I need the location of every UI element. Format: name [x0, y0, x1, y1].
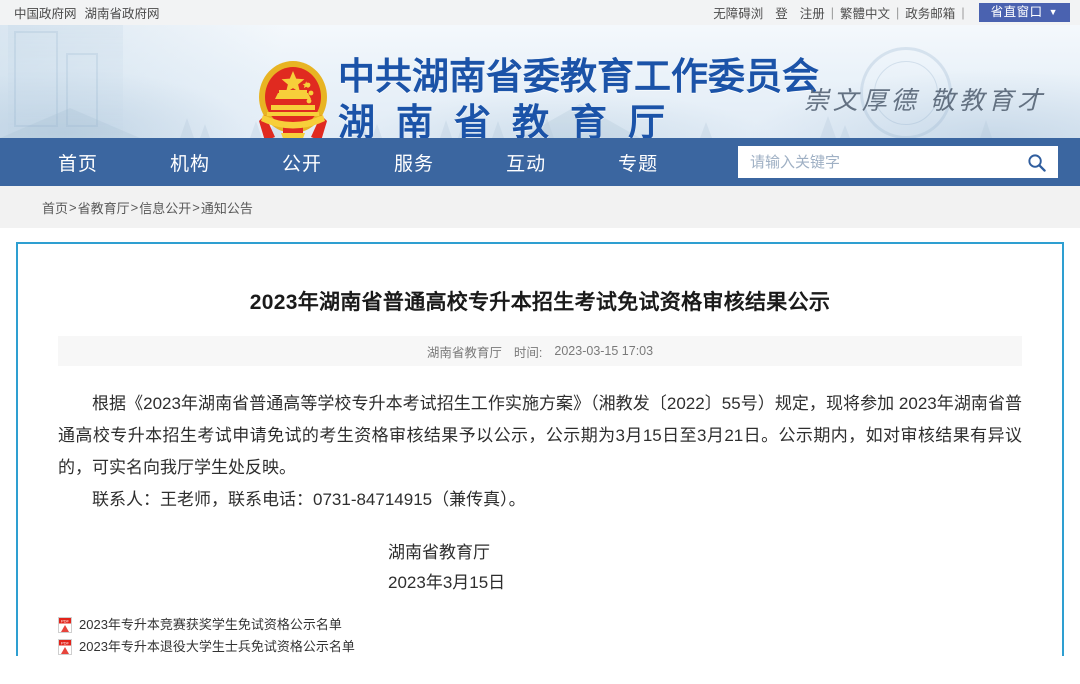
separator-3: | [961, 5, 965, 20]
site-title-block: 中共湖南省委教育工作委员会 湖南省教育厅 [338, 55, 819, 138]
nav-item-interaction[interactable]: 互动 [470, 149, 582, 176]
article-time: 2023-03-15 17:03 [554, 344, 654, 358]
site-title-line-1: 中共湖南省委教育工作委员会 [338, 56, 819, 97]
article-signature: 湖南省教育厅 2023年3月15日 [58, 538, 1022, 598]
article-meta: 湖南省教育厅 时间: 2023-03-15 17:03 [58, 336, 1022, 366]
breadcrumb-separator-1: > [69, 199, 77, 215]
link-register[interactable]: 注册 [794, 3, 831, 22]
link-traditional-chinese[interactable]: 繁體中文 [834, 3, 896, 22]
attachment-link-2[interactable]: PDF 2023年专升本退役大学生士兵免试资格公示名单 [58, 636, 1022, 656]
attachment-label-2: 2023年专升本退役大学生士兵免试资格公示名单 [79, 639, 355, 654]
breadcrumb-item-announcements[interactable]: 通知公告 [201, 198, 253, 217]
chevron-down-icon: ▼ [1048, 6, 1058, 17]
top-utility-bar: 中国政府网 湖南省政府网 无障碍浏 登 注册 | 繁體中文 | 政务邮箱 | 省… [0, 0, 1080, 25]
nav-item-public[interactable]: 公开 [246, 149, 358, 176]
pdf-file-icon: PDF [58, 639, 72, 655]
topbar-left-links: 中国政府网 湖南省政府网 [0, 3, 160, 22]
link-hunan-gov[interactable]: 湖南省政府网 [85, 3, 160, 22]
site-title-line-2: 湖南省教育厅 [338, 102, 686, 138]
search-button[interactable] [1014, 146, 1058, 178]
search-box [738, 146, 1058, 178]
article-body: 根据《2023年湖南省普通高等学校专升本考试招生工作实施方案》（湘教发〔2022… [58, 388, 1022, 516]
province-window-label: 省直窗口 [990, 4, 1043, 19]
article-time-label: 时间: [513, 345, 543, 360]
site-slogan: 崇文厚德 敬教育才 [803, 88, 1046, 115]
article-source: 湖南省教育厅 [426, 345, 502, 360]
province-window-button[interactable]: 省直窗口 ▼ [978, 2, 1070, 23]
breadcrumb-item-department[interactable]: 省教育厅 [78, 198, 130, 217]
attachment-label-1: 2023年专升本竞赛获奖学生免试资格公示名单 [79, 617, 342, 632]
nav-item-org[interactable]: 机构 [134, 149, 246, 176]
link-accessibility[interactable]: 无障碍浏 [707, 3, 769, 22]
pdf-file-icon: PDF [58, 617, 72, 633]
breadcrumb-separator-2: > [130, 199, 139, 215]
signature-date: 2023年3月15日 [388, 573, 506, 592]
signature-organization: 湖南省教育厅 [388, 543, 490, 562]
article-paragraph-2: 联系人：王老师，联系电话：0731-84714915（兼传真）。 [92, 490, 526, 509]
breadcrumb-item-home[interactable]: 首页 [42, 198, 68, 217]
link-login[interactable]: 登 [769, 3, 794, 22]
search-icon [1027, 153, 1046, 172]
national-emblem-icon [259, 61, 327, 138]
nav-item-home[interactable]: 首页 [22, 149, 134, 176]
breadcrumb-item-info-disclosure[interactable]: 信息公开 [139, 198, 191, 217]
svg-text:PDF: PDF [61, 618, 70, 623]
svg-text:PDF: PDF [61, 640, 70, 645]
nav-item-topics[interactable]: 专题 [582, 149, 694, 176]
topbar-right-links: 无障碍浏 登 注册 | 繁體中文 | 政务邮箱 | 省直窗口 ▼ [707, 2, 1080, 23]
article-attachments: PDF 2023年专升本竞赛获奖学生免试资格公示名单 PDF 2023年专升本退… [58, 614, 1022, 656]
article-card: 2023年湖南省普通高校专升本招生考试免试资格审核结果公示 湖南省教育厅 时间:… [16, 242, 1064, 656]
search-input[interactable] [738, 146, 1014, 178]
article-title: 2023年湖南省普通高校专升本招生考试免试资格审核结果公示 [249, 291, 831, 314]
site-banner: 中共湖南省委教育工作委员会 湖南省教育厅 崇文厚德 敬教育才 [0, 25, 1080, 138]
attachment-link-1[interactable]: PDF 2023年专升本竞赛获奖学生免试资格公示名单 [58, 614, 1022, 636]
article-paragraph-1: 根据《2023年湖南省普通高等学校专升本考试招生工作实施方案》（湘教发〔2022… [58, 394, 1022, 477]
main-navigation: 首页 机构 公开 服务 互动 专题 [0, 138, 1080, 186]
link-china-gov[interactable]: 中国政府网 [14, 3, 77, 22]
breadcrumb: 首页 > 省教育厅 > 信息公开 > 通知公告 [0, 186, 1080, 228]
link-gov-mailbox[interactable]: 政务邮箱 [899, 3, 961, 22]
breadcrumb-separator-3: > [192, 199, 200, 215]
nav-item-service[interactable]: 服务 [358, 149, 470, 176]
